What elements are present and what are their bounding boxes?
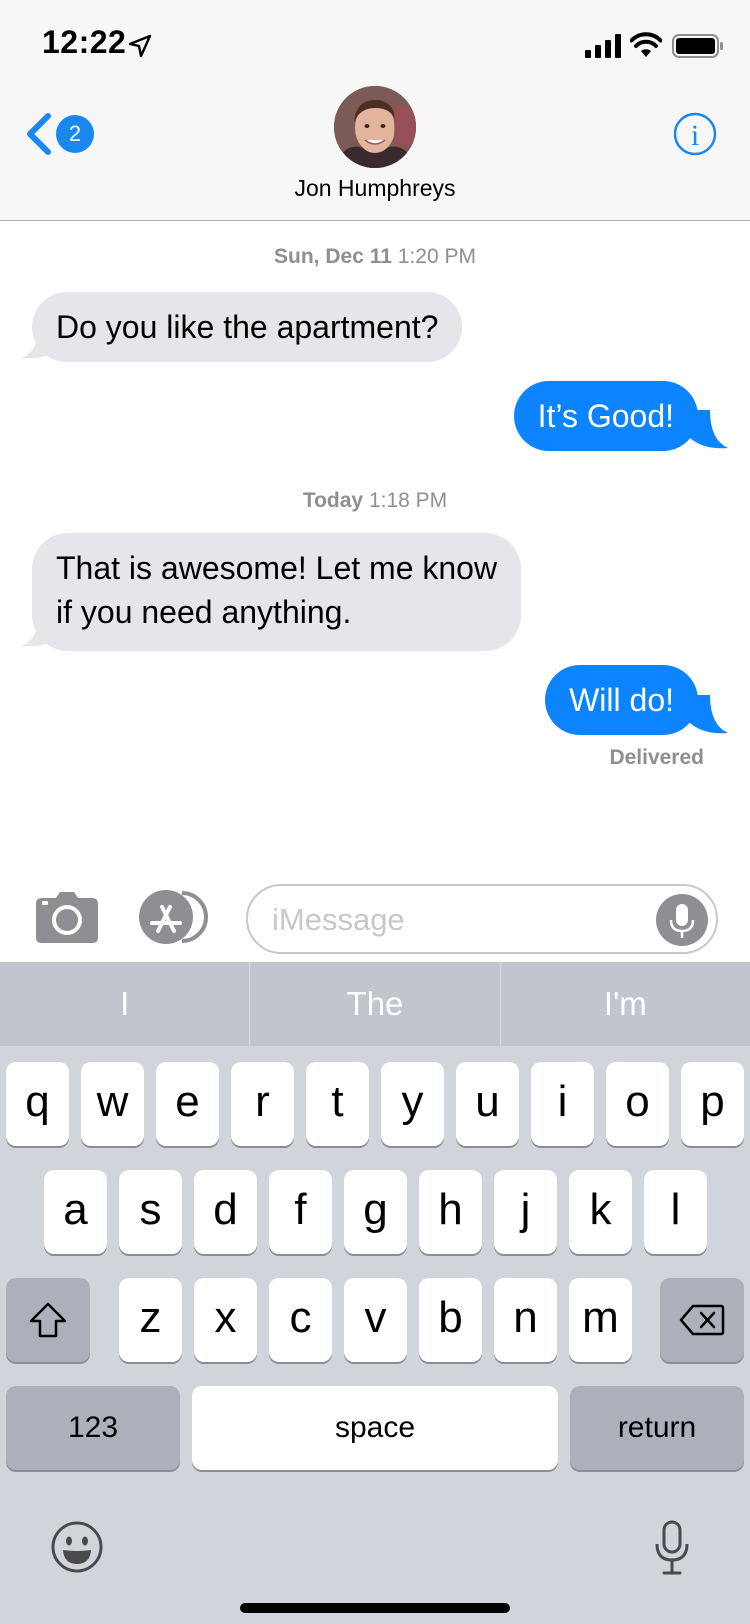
message-line: if you need anything.: [56, 594, 352, 630]
contact-name[interactable]: Jon Humphreys: [0, 175, 750, 202]
location-arrow-icon: [128, 34, 152, 58]
chevron-left-icon: [27, 113, 51, 155]
key-j[interactable]: j: [494, 1170, 557, 1254]
suggestion[interactable]: I: [0, 962, 251, 1046]
incoming-message[interactable]: That is awesome! Let me know if you need…: [32, 533, 522, 651]
timestamp: Today 1:18 PM: [302, 489, 448, 512]
key-z[interactable]: z: [119, 1278, 182, 1362]
key-h[interactable]: h: [419, 1170, 482, 1254]
app-store-button[interactable]: [138, 889, 214, 945]
key-b[interactable]: b: [419, 1278, 482, 1362]
conversation-header: 12:22 2 Jon Humphreys i: [0, 0, 750, 221]
dictation-button[interactable]: [656, 894, 708, 946]
wifi-icon: [630, 32, 662, 57]
key-p[interactable]: p: [681, 1062, 744, 1146]
suggestion[interactable]: I'm: [501, 962, 750, 1046]
unread-count-badge: 2: [56, 115, 94, 153]
backspace-icon: [679, 1304, 725, 1336]
contact-avatar[interactable]: [334, 86, 416, 168]
keyboard: I The I'm q w e r t y u i o p a s d f g …: [0, 962, 750, 1624]
key-e[interactable]: e: [156, 1062, 219, 1146]
key-x[interactable]: x: [194, 1278, 257, 1362]
incoming-message[interactable]: Do you like the apartment?: [32, 292, 463, 362]
key-s[interactable]: s: [119, 1170, 182, 1254]
emoji-keyboard-button[interactable]: [50, 1520, 104, 1574]
shift-key[interactable]: [6, 1278, 90, 1362]
space-key[interactable]: space: [192, 1386, 558, 1470]
cellular-signal-icon: [585, 34, 621, 58]
key-t[interactable]: t: [306, 1062, 369, 1146]
key-y[interactable]: y: [381, 1062, 444, 1146]
imessage-input[interactable]: [272, 898, 632, 942]
delete-key[interactable]: [660, 1278, 744, 1362]
keyboard-dictation-button[interactable]: [654, 1520, 690, 1576]
person-photo-icon: [334, 86, 416, 168]
numbers-key[interactable]: 123: [6, 1386, 180, 1470]
key-m[interactable]: m: [569, 1278, 632, 1362]
suggestion[interactable]: The: [250, 962, 501, 1046]
outgoing-message[interactable]: Will do!: [545, 665, 698, 735]
delivery-status: Delivered: [609, 746, 704, 769]
info-button[interactable]: i: [673, 112, 717, 156]
status-time: 12:22: [42, 24, 127, 60]
back-button[interactable]: 2: [20, 106, 94, 162]
key-g[interactable]: g: [344, 1170, 407, 1254]
key-r[interactable]: r: [231, 1062, 294, 1146]
key-v[interactable]: v: [344, 1278, 407, 1362]
microphone-icon: [669, 904, 695, 938]
timestamp: Sun, Dec 11 1:20 PM: [274, 245, 476, 268]
home-indicator[interactable]: [240, 1603, 510, 1613]
battery-icon: [672, 34, 723, 58]
key-w[interactable]: w: [81, 1062, 144, 1146]
return-key[interactable]: return: [570, 1386, 744, 1470]
key-u[interactable]: u: [456, 1062, 519, 1146]
camera-button[interactable]: [34, 890, 100, 944]
message-input-field[interactable]: [246, 884, 718, 954]
key-n[interactable]: n: [494, 1278, 557, 1362]
key-c[interactable]: c: [269, 1278, 332, 1362]
key-d[interactable]: d: [194, 1170, 257, 1254]
svg-text:i: i: [691, 119, 699, 152]
predictive-text-bar: I The I'm: [0, 962, 750, 1046]
key-a[interactable]: a: [44, 1170, 107, 1254]
key-k[interactable]: k: [569, 1170, 632, 1254]
key-o[interactable]: o: [606, 1062, 669, 1146]
outgoing-message[interactable]: It’s Good!: [513, 381, 698, 451]
message-line: That is awesome! Let me know: [56, 550, 498, 586]
key-q[interactable]: q: [6, 1062, 69, 1146]
key-i[interactable]: i: [531, 1062, 594, 1146]
key-l[interactable]: l: [644, 1170, 707, 1254]
shift-arrow-icon: [29, 1302, 67, 1338]
key-f[interactable]: f: [269, 1170, 332, 1254]
